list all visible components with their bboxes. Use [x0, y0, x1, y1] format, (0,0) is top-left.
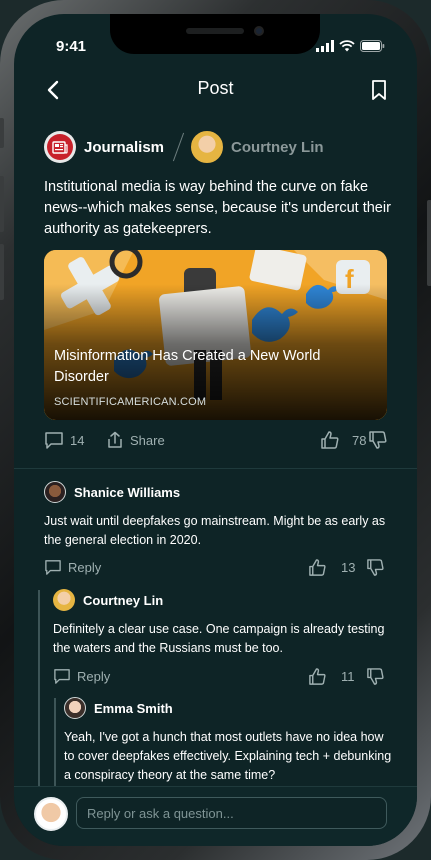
status-time: 9:41	[56, 38, 87, 55]
comment-header: Courtney Lin	[53, 589, 163, 611]
commenter-name[interactable]: Courtney Lin	[83, 593, 163, 608]
bookmark-icon[interactable]	[367, 78, 391, 102]
nested-thread-line	[54, 698, 56, 786]
share-label: Share	[130, 432, 165, 448]
thumbs-down-icon	[369, 431, 387, 449]
share-icon	[108, 431, 122, 448]
power-button	[427, 200, 431, 286]
notch	[110, 14, 320, 54]
comment-count: 14	[70, 432, 85, 448]
author-separator	[172, 132, 185, 162]
post-body: Institutional media is way behind the cu…	[44, 179, 391, 237]
mute-switch	[0, 118, 4, 148]
publication-logo[interactable]	[44, 131, 76, 163]
post-actions: 14 Share 78	[44, 429, 387, 451]
thumbs-up-icon	[309, 667, 326, 685]
comment-header: Shanice Williams	[44, 481, 180, 503]
comment-text: Just wait until deepfakes go mainstream.…	[44, 514, 386, 547]
commenter-avatar[interactable]	[64, 697, 86, 719]
comment-like-button[interactable]: 11	[308, 665, 355, 687]
comment-text: Yeah, I've got a hunch that most outlets…	[64, 730, 392, 782]
commenter-name[interactable]: Emma Smith	[94, 701, 173, 716]
thread-line	[38, 590, 40, 786]
comment-like-count: 11	[341, 668, 355, 684]
link-preview-card[interactable]: f Misinformation Has Created a New World…	[44, 250, 387, 420]
reply-label: Reply	[68, 559, 102, 575]
comment-header: Emma Smith	[64, 697, 173, 719]
reply-label: Reply	[77, 668, 111, 684]
comment-text: Definitely a clear use case. One campaig…	[53, 622, 385, 655]
link-source: SCIENTIFICAMERICAN.COM	[54, 396, 207, 408]
speaker	[186, 28, 244, 34]
newspaper-icon	[52, 140, 68, 154]
comment-dislike-button[interactable]	[366, 556, 385, 578]
comment-actions: Reply 11	[53, 665, 387, 685]
comment-like-button[interactable]: 13	[308, 556, 355, 578]
battery-icon	[360, 40, 385, 52]
publication-name[interactable]: Journalism	[84, 139, 164, 156]
volume-up-button	[0, 176, 4, 232]
comment-like-count: 13	[341, 559, 356, 575]
author-name[interactable]: Courtney Lin	[231, 139, 324, 156]
current-user-avatar	[34, 797, 68, 831]
section-divider	[14, 468, 417, 469]
screen: 9:41 Post Journalism Courtney Lin Instit…	[14, 14, 417, 846]
comment-actions: Reply 13	[44, 556, 387, 576]
dislike-button[interactable]	[368, 429, 388, 451]
reply-input[interactable]	[76, 797, 387, 829]
comment-icon	[45, 560, 61, 575]
thumbs-down-icon	[367, 667, 384, 685]
author-avatar[interactable]	[191, 131, 224, 163]
page-title: Post	[197, 78, 234, 98]
reply-button[interactable]: Reply	[44, 556, 101, 578]
share-button[interactable]: Share	[106, 429, 165, 451]
signal-icon	[316, 40, 334, 52]
comment-icon	[54, 669, 70, 684]
reply-button[interactable]: Reply	[53, 665, 110, 687]
link-title[interactable]: Misinformation Has Created a New World D…	[54, 346, 374, 388]
post-author-row: Journalism Courtney Lin	[44, 131, 324, 163]
comment-button[interactable]: 14	[44, 429, 84, 451]
thumbs-up-icon	[309, 558, 326, 576]
like-count: 78	[352, 432, 367, 448]
comment-icon	[45, 432, 63, 449]
commenter-avatar[interactable]	[53, 589, 75, 611]
commenter-name[interactable]: Shanice Williams	[74, 485, 180, 500]
wifi-icon	[339, 40, 355, 52]
front-camera	[254, 26, 264, 36]
commenter-avatar[interactable]	[44, 481, 66, 503]
volume-down-button	[0, 244, 4, 300]
like-button[interactable]: 78	[320, 429, 366, 451]
phone-frame: 9:41 Post Journalism Courtney Lin Instit…	[0, 0, 431, 860]
status-icons	[316, 40, 385, 52]
card-overlay	[44, 250, 387, 420]
thumbs-up-icon	[321, 431, 339, 449]
comment-dislike-button[interactable]	[366, 665, 385, 687]
compose-bar	[14, 786, 417, 846]
thumbs-down-icon	[367, 558, 384, 576]
